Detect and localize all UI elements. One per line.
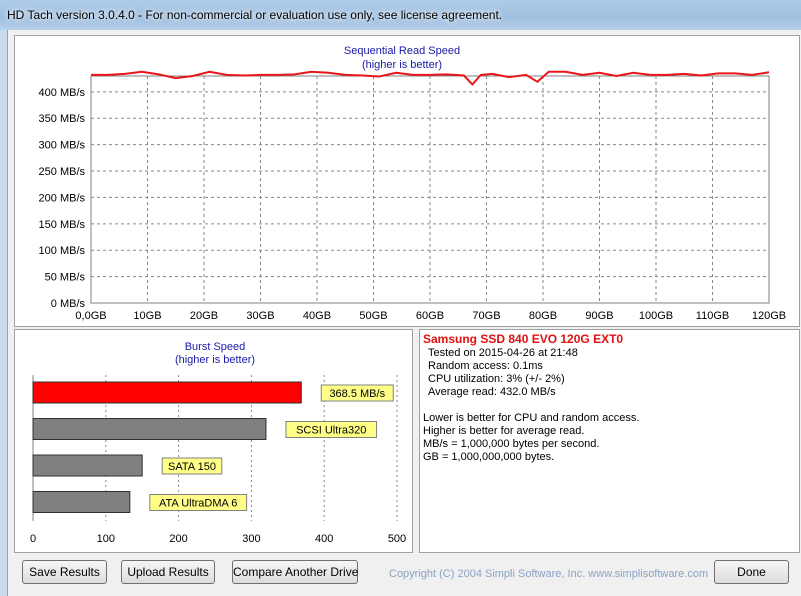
seq-x-tick-label: 40GB: [303, 310, 331, 322]
copyright-text: Copyright (C) 2004 Simpli Software, Inc.…: [389, 568, 709, 580]
seq-y-tick-label: 0 MB/s: [51, 298, 86, 310]
window-title: HD Tach version 3.0.4.0 - For non-commer…: [7, 8, 503, 22]
burst-speed-chart: Burst Speed (higher is better) 368.5 MB/…: [30, 341, 406, 545]
results-panel: Samsung SSD 840 EVO 120G EXT0 Tested on …: [419, 329, 800, 553]
upload-results-button[interactable]: Upload Results: [121, 560, 215, 584]
seq-y-tick-label: 50 MB/s: [45, 272, 86, 284]
burst-x-tick-label: 400: [315, 533, 333, 545]
seq-x-tick-label: 120GB: [752, 310, 786, 322]
seq-x-tick-label: 0,0GB: [75, 310, 106, 322]
sequential-read-chart: Sequential Read Speed (higher is better)…: [39, 45, 787, 322]
title-bar[interactable]: HD Tach version 3.0.4.0 - For non-commer…: [0, 0, 801, 30]
seq-x-tick-label: 30GB: [246, 310, 274, 322]
cpu-utilization: CPU utilization: 3% (+/- 2%): [428, 373, 565, 385]
drive-name: Samsung SSD 840 EVO 120G EXT0: [423, 332, 624, 346]
note-higher-better: Higher is better for average read.: [423, 425, 585, 437]
save-results-button[interactable]: Save Results: [22, 560, 107, 584]
upload-results-label: Upload Results: [127, 565, 209, 579]
burst-x-tick-label: 100: [97, 533, 115, 545]
seq-y-tick-label: 350 MB/s: [39, 113, 86, 125]
burst-x-tick-label: 500: [388, 533, 406, 545]
seq-x-tick-label: 10GB: [133, 310, 161, 322]
compare-another-drive-button[interactable]: Compare Another Drive: [232, 560, 358, 584]
compare-another-drive-label: Compare Another Drive: [233, 565, 359, 579]
burst-bar: [32, 491, 131, 513]
seq-x-tick-label: 90GB: [585, 310, 613, 322]
burst-bar-label: SATA 150: [168, 461, 216, 473]
seq-y-tick-label: 300 MB/s: [39, 140, 86, 152]
sequential-read-panel: Sequential Read Speed (higher is better)…: [14, 35, 800, 327]
average-read: Average read: 432.0 MB/s: [428, 386, 556, 398]
burst-x-tick-label: 300: [242, 533, 260, 545]
seq-x-tick-label: 110GB: [696, 310, 729, 322]
seq-chart-subtitle: (higher is better): [362, 59, 442, 71]
burst-chart-title: Burst Speed: [185, 341, 246, 353]
burst-bar: [32, 418, 267, 440]
save-results-label: Save Results: [29, 565, 100, 579]
tested-on: Tested on 2015-04-26 at 21:48: [428, 347, 578, 359]
burst-bar: [32, 454, 143, 477]
seq-x-tick-label: 20GB: [190, 310, 218, 322]
done-button[interactable]: Done: [714, 560, 789, 584]
seq-y-tick-label: 150 MB/s: [39, 219, 86, 231]
burst-x-tick-label: 200: [169, 533, 187, 545]
burst-bar-label: SCSI Ultra320: [296, 425, 366, 437]
seq-y-tick-label: 400 MB/s: [39, 87, 86, 99]
seq-chart-title: Sequential Read Speed: [344, 45, 460, 57]
random-access: Random access: 0.1ms: [428, 360, 543, 372]
seq-x-tick-label: 70GB: [472, 310, 500, 322]
burst-speed-panel: Burst Speed (higher is better) 368.5 MB/…: [14, 329, 413, 553]
burst-chart-subtitle: (higher is better): [175, 354, 255, 366]
burst-bar-label: 368.5 MB/s: [329, 388, 385, 400]
seq-x-tick-label: 50GB: [359, 310, 387, 322]
note-lower-better: Lower is better for CPU and random acces…: [423, 412, 640, 424]
note-gb-definition: GB = 1,000,000,000 bytes.: [423, 451, 555, 463]
seq-x-tick-label: 80GB: [529, 310, 557, 322]
burst-bar: [32, 381, 302, 404]
seq-y-tick-label: 100 MB/s: [39, 245, 86, 257]
burst-x-tick-label: 0: [30, 533, 36, 545]
seq-x-tick-label: 60GB: [416, 310, 444, 322]
seq-y-tick-label: 250 MB/s: [39, 166, 86, 178]
done-label: Done: [737, 565, 766, 579]
note-mbs-definition: MB/s = 1,000,000 bytes per second.: [423, 438, 600, 450]
seq-x-tick-label: 100GB: [639, 310, 673, 322]
burst-bar-label: ATA UltraDMA 6: [159, 498, 237, 510]
seq-y-tick-label: 200 MB/s: [39, 192, 86, 204]
